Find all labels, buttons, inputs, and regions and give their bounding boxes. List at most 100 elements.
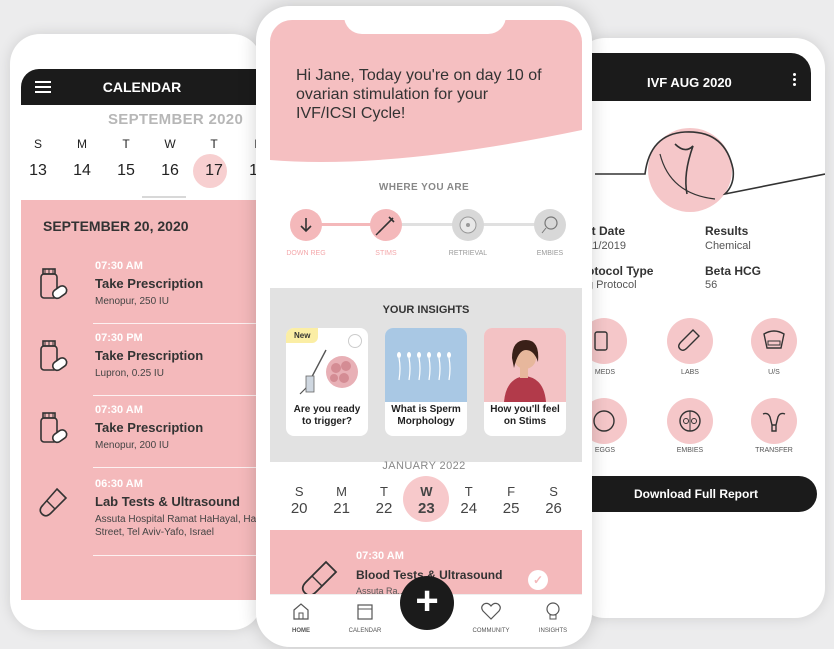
test-tube-icon (678, 329, 700, 351)
day-cell[interactable]: T 24 (448, 484, 490, 517)
event-time: 07:30 AM (95, 260, 143, 272)
step-embies[interactable] (534, 209, 566, 241)
new-badge: New (286, 328, 319, 343)
day-17[interactable]: 17 (192, 162, 236, 180)
transfer-button[interactable] (751, 398, 797, 444)
results-label: Results (705, 224, 749, 238)
transfer-label: TRANSFER (755, 447, 793, 454)
labs-button[interactable] (667, 318, 713, 364)
insight-card-sperm[interactable]: What is Sperm Morphology (385, 328, 467, 436)
tab-home[interactable]: HOME (276, 601, 326, 634)
embies-button[interactable] (667, 398, 713, 444)
event-detail: Menopur, 200 IU (95, 440, 169, 451)
calendar-icon (357, 604, 373, 620)
home-icon (293, 603, 309, 620)
pill-bottle-icon (40, 340, 68, 372)
ultrasound-label: U/S (768, 369, 780, 376)
syringe-icon (375, 216, 395, 236)
uterus-icon (762, 412, 786, 432)
day-cell-selected[interactable]: W 23 (405, 484, 447, 517)
lightbulb-icon (546, 602, 560, 620)
test-tube-icon (39, 487, 68, 517)
download-report-button[interactable]: Download Full Report (575, 476, 817, 512)
results-value: Chemical (705, 240, 751, 252)
tab-calendar[interactable]: CALENDAR (340, 601, 390, 634)
insights-title: YOUR INSIGHTS (382, 304, 470, 316)
day-15[interactable]: 15 (104, 162, 148, 180)
event-time: 07:30 AM (356, 550, 404, 562)
ultrasound-button[interactable] (751, 318, 797, 364)
check-icon[interactable]: ✓ (528, 570, 548, 590)
event-title: Take Prescription (95, 420, 204, 435)
event-item[interactable]: 06:30 AM Lab Tests & Ultrasound Assuta H… (21, 470, 262, 556)
lock-icon (348, 334, 362, 348)
event-detail: Menopur, 250 IU (95, 296, 169, 307)
step-retrieval[interactable] (452, 209, 484, 241)
start-date-label: rt Date (587, 224, 626, 238)
day-cell[interactable]: S 26 (532, 484, 574, 517)
sperm-illustration (385, 328, 467, 402)
weekday-label: M (77, 137, 87, 151)
day-cell[interactable]: F 25 (490, 484, 532, 517)
ivf-title: IVF AUG 2020 (647, 75, 732, 90)
insight-caption: Are you ready to trigger? (293, 404, 361, 427)
tab-label: HOME (292, 628, 310, 634)
protocol-value: g Protocol (587, 279, 637, 291)
step-label: DOWN REG (286, 250, 326, 257)
weekday-row: S M T W T F (16, 137, 262, 151)
pill-bottle-icon (40, 268, 68, 300)
home-phone: Hi Jane, Today you're on day 10 of ovari… (256, 6, 592, 647)
day-16[interactable]: 16 (148, 162, 192, 180)
step-stims[interactable] (370, 209, 402, 241)
tab-label: INSIGHTS (538, 628, 568, 634)
event-title: Take Prescription (95, 276, 204, 291)
event-detail: Assuta Hospital Ramat HaHayal, Hal Stree… (95, 514, 259, 538)
tab-label: CALENDAR (348, 628, 382, 634)
more-options-icon[interactable] (793, 73, 796, 88)
scroll-indicator[interactable] (142, 196, 186, 198)
ivf-header: IVF AUG 2020 (575, 53, 811, 101)
woman-illustration (484, 328, 566, 402)
start-date-value: 11/2019 (587, 240, 626, 252)
weekday-label: W (164, 137, 176, 151)
insight-card-stims[interactable]: How you'll feel on Stims (484, 328, 566, 436)
tab-label: COMMUNITY (472, 628, 510, 634)
step-label: EMBIES (536, 250, 564, 257)
day-cell[interactable]: T 22 (363, 484, 405, 517)
divider (93, 467, 262, 468)
day-cell[interactable]: S 20 (278, 484, 320, 517)
event-time: 07:30 PM (95, 332, 143, 344)
weekday-label: S (33, 137, 42, 151)
step-down-reg[interactable] (290, 209, 322, 241)
event-title: Take Prescription (95, 348, 204, 363)
cycle-progress-graphic (595, 128, 825, 212)
embryo-icon (541, 216, 558, 234)
insight-card-trigger[interactable]: New Are you ready to trigger? (286, 328, 368, 436)
tab-insights[interactable]: INSIGHTS (528, 601, 578, 634)
ivf-report-phone: IVF AUG 2020 rt Date 11/2019 Results Che… (575, 38, 825, 618)
event-item[interactable]: 07:30 AM Take Prescription Menopur, 250 … (21, 252, 262, 324)
embies-label: EMBIES (676, 447, 704, 454)
tab-community[interactable]: COMMUNITY (466, 601, 516, 634)
day-13[interactable]: 13 (16, 162, 60, 180)
calendar-header: CALENDAR (21, 69, 262, 105)
event-time: 07:30 AM (95, 404, 143, 416)
event-title: Lab Tests & Ultrasound (95, 494, 240, 509)
day-14[interactable]: 14 (60, 162, 104, 180)
insights-section: YOUR INSIGHTS New Are you ready to trigg… (270, 288, 582, 462)
add-button[interactable]: + (400, 576, 454, 630)
day-row: 13 14 15 16 17 18 (16, 162, 262, 180)
step-label: RETRIEVAL (448, 250, 488, 257)
event-time: 06:30 AM (95, 478, 143, 490)
ultrasound-icon (763, 330, 785, 349)
embryo-icon (679, 410, 701, 432)
day-cell[interactable]: M 21 (320, 484, 362, 517)
event-detail: Lupron, 0.25 IU (95, 368, 164, 379)
arrow-down-icon (300, 218, 312, 233)
event-item[interactable]: 07:30 PM Take Prescription Lupron, 0.25 … (21, 324, 262, 396)
phone-notch (344, 6, 506, 34)
pill-bottle-icon (40, 412, 68, 444)
step-label: STIMS (375, 250, 397, 257)
event-item[interactable]: 07:30 AM Take Prescription Menopur, 200 … (21, 396, 262, 468)
week-month-label: JANUARY 2022 (382, 460, 466, 472)
